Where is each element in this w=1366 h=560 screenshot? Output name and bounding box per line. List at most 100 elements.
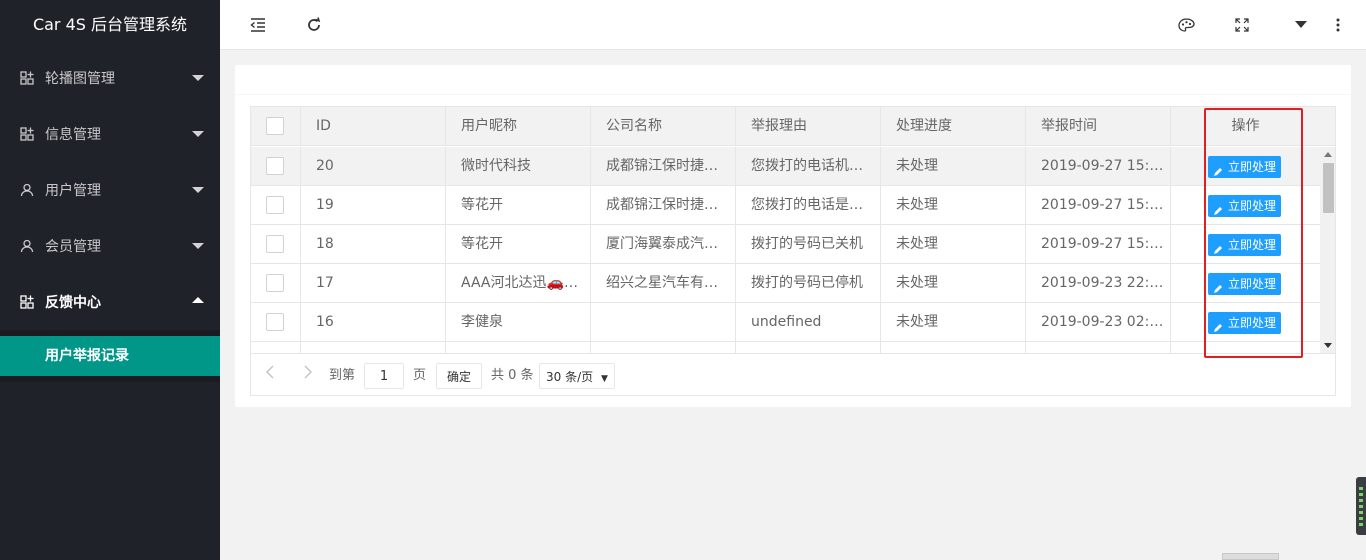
column-header-select-all[interactable] — [251, 107, 301, 146]
cell-select-all — [251, 225, 301, 264]
dropdown-caret-icon[interactable] — [1283, 0, 1319, 50]
refresh-icon[interactable] — [296, 0, 332, 50]
cell-id: 16 — [301, 303, 446, 342]
scroll-down-icon[interactable] — [1324, 343, 1332, 348]
table-row[interactable]: 19 等花开 成都锦江保时捷… 您拨打的电话是… 未处理 2019-09-27 15:… 立… — [251, 186, 1320, 225]
cell-reason: 拨打的号码已关机 — [736, 225, 881, 264]
cell-nickname: 等花开 — [446, 186, 591, 225]
theme-palette-icon[interactable] — [1168, 0, 1204, 50]
cell-reason: 您拨打的电话机… — [736, 147, 881, 186]
page-number-input[interactable]: 1 — [364, 363, 404, 389]
goto-confirm-button[interactable]: 确定 — [436, 363, 483, 389]
pagination: 到第 1 页 确定 共 0 条 30 条/页 ▼ — [251, 353, 1335, 395]
sidebar-item-label: 信息管理 — [45, 127, 101, 143]
sidebar-item-label: 反馈中心 — [45, 295, 101, 311]
cell-status: 未处理 — [881, 264, 1026, 303]
row-checkbox[interactable] — [266, 235, 284, 253]
column-header-company: 公司名称 — [591, 107, 736, 146]
handle-now-label: 立即处理 — [1228, 316, 1277, 330]
cell-company: 成都锦江保时捷… — [591, 186, 736, 225]
table-scrollbar[interactable] — [1320, 147, 1335, 353]
sidebar-item-3[interactable]: 会员管理 — [0, 218, 220, 274]
column-header-reason: 举报理由 — [736, 107, 881, 146]
scrollbar-thumb[interactable] — [1323, 163, 1334, 213]
cell-nickname: 李健泉 — [446, 303, 591, 342]
user-icon — [20, 239, 34, 253]
row-checkbox[interactable] — [266, 274, 284, 292]
sidebar-item-label: 会员管理 — [45, 239, 101, 255]
select-caret-icon: ▼ — [600, 374, 608, 384]
cell-id: 20 — [301, 147, 446, 186]
row-checkbox[interactable] — [266, 157, 284, 175]
column-header-id: ID — [301, 107, 446, 146]
cell-company — [591, 303, 736, 342]
handle-now-label: 立即处理 — [1228, 277, 1277, 291]
table-header: ID 用户昵称 公司名称 举报理由 处理进度 举报时间 操作 — [251, 107, 1335, 146]
handle-now-button[interactable]: 立即处理 — [1208, 273, 1282, 295]
total-count: 共 0 条 — [491, 368, 534, 383]
cell-nickname: AAA河北达迅🚗… — [446, 264, 591, 303]
column-header-nickname: 用户昵称 — [446, 107, 591, 146]
sidebar-item-0[interactable]: 轮播图管理 — [0, 50, 220, 106]
cell-reason: undefined — [736, 303, 881, 342]
goto-label: 到第 — [329, 368, 356, 383]
page-size-select[interactable]: 30 条/页 ▼ — [539, 363, 615, 389]
cell-reason: 您拨打的电话是… — [736, 186, 881, 225]
cell-time: 2019-09-23 22:… — [1026, 264, 1171, 303]
prev-page-icon[interactable] — [265, 363, 275, 389]
fullscreen-icon[interactable] — [1224, 0, 1260, 50]
edit-pencil-icon — [1213, 201, 1223, 215]
report-table: ID 用户昵称 公司名称 举报理由 处理进度 举报时间 操作 20 微时代科技 成都锦江保时捷…… — [250, 106, 1336, 396]
menu-fold-icon[interactable] — [240, 0, 276, 50]
handle-now-button[interactable]: 立即处理 — [1208, 156, 1282, 178]
page-unit-label: 页 — [413, 368, 427, 383]
cell-time: 2019-09-27 15:… — [1026, 147, 1171, 186]
cell-select-all — [251, 147, 301, 186]
cell-select-all — [251, 186, 301, 225]
cell-reason: 拨打的号码已停机 — [736, 264, 881, 303]
scroll-up-icon[interactable] — [1324, 152, 1332, 157]
row-checkbox[interactable] — [266, 196, 284, 214]
cell-time: 2019-09-27 15:… — [1026, 186, 1171, 225]
column-header-time: 举报时间 — [1026, 107, 1171, 146]
edge-meter-widget — [1356, 477, 1366, 535]
card-header — [235, 65, 1351, 95]
cell-company: 成都锦江保时捷… — [591, 147, 736, 186]
cell-id: 17 — [301, 264, 446, 303]
table-row[interactable]: 16 李健泉 undefined 未处理 2019-09-23 02:… 立即处理 — [251, 303, 1320, 342]
app-title: Car 4S 后台管理系统 — [0, 0, 220, 50]
handle-now-button[interactable]: 立即处理 — [1208, 234, 1282, 256]
sidebar-item-1[interactable]: 信息管理 — [0, 106, 220, 162]
table-row[interactable]: 17 AAA河北达迅🚗… 绍兴之星汽车有… 拨打的号码已停机 未处理 2019-09-23… — [251, 264, 1320, 303]
sidebar-item-4[interactable]: 反馈中心 — [0, 274, 220, 330]
handle-now-label: 立即处理 — [1228, 160, 1277, 174]
handle-now-button[interactable]: 立即处理 — [1208, 312, 1282, 334]
content-card: ID 用户昵称 公司名称 举报理由 处理进度 举报时间 操作 20 微时代科技 成都锦江保时捷…… — [235, 65, 1351, 407]
sidebar-item-2[interactable]: 用户管理 — [0, 162, 220, 218]
cell-id: 19 — [301, 186, 446, 225]
cell-action: 立即处理 — [1171, 186, 1320, 225]
edit-pencil-icon — [1213, 240, 1223, 254]
select-all-checkbox[interactable] — [266, 117, 284, 135]
more-vertical-icon[interactable] — [1320, 0, 1356, 50]
edit-pencil-icon — [1213, 318, 1223, 332]
cell-company: 绍兴之星汽车有… — [591, 264, 736, 303]
handle-now-button[interactable]: 立即处理 — [1208, 195, 1282, 217]
chevron-down-icon — [192, 187, 204, 193]
cell-time: 2019-09-23 02:… — [1026, 303, 1171, 342]
table-row[interactable]: 18 等花开 厦门海翼泰成汽… 拨打的号码已关机 未处理 2019-09-27 15:… 立… — [251, 225, 1320, 264]
table-row[interactable]: 20 微时代科技 成都锦江保时捷… 您拨打的电话机… 未处理 2019-09-27 15:… — [251, 147, 1320, 186]
edit-pencil-icon — [1213, 162, 1223, 176]
cell-time: 2019-09-27 15:… — [1026, 225, 1171, 264]
column-header-status: 处理进度 — [881, 107, 1026, 146]
cell-status: 未处理 — [881, 225, 1026, 264]
top-header — [220, 0, 1366, 50]
next-page-icon[interactable] — [303, 363, 313, 389]
column-header-action: 操作 — [1231, 118, 1260, 134]
sidebar-subitem-report-records[interactable]: 用户举报记录 — [0, 336, 220, 376]
sidebar: Car 4S 后台管理系统 轮播图管理信息管理用户管理会员管理反馈中心用户举报记… — [0, 0, 220, 560]
cell-action: 立即处理 — [1171, 264, 1320, 303]
cell-action: 立即处理 — [1171, 225, 1320, 264]
row-checkbox[interactable] — [266, 313, 284, 331]
user-icon — [20, 183, 34, 197]
